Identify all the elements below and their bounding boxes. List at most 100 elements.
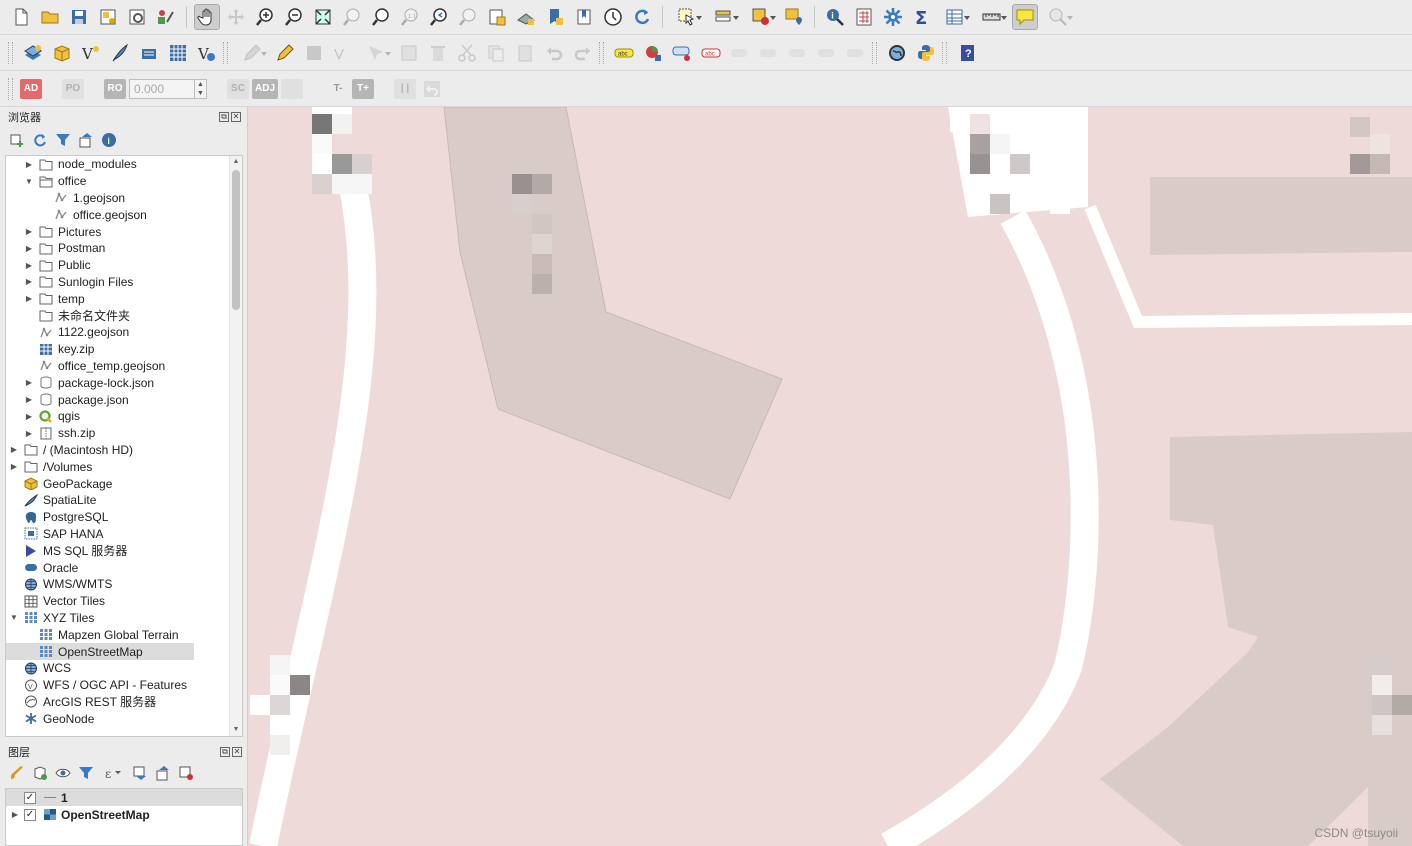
cut-features-button[interactable] xyxy=(454,40,480,66)
select-location-button[interactable] xyxy=(781,4,807,30)
rd-button[interactable]: RO xyxy=(104,78,126,99)
scroll-down-arrow[interactable]: ▼ xyxy=(232,725,240,735)
zoom-to-selection-button[interactable] xyxy=(339,4,365,30)
browser-item[interactable]: ▶ /Volumes xyxy=(6,458,242,475)
zoom-to-layer-button[interactable] xyxy=(368,4,394,30)
statistical-summary-button[interactable]: Σ xyxy=(909,4,935,30)
blank-button[interactable] xyxy=(281,78,304,99)
identify-features-button[interactable]: i xyxy=(822,4,848,30)
collapse-all-button[interactable] xyxy=(77,131,95,149)
diagram-options-button[interactable] xyxy=(640,40,666,66)
close-panel-button[interactable]: ✕ xyxy=(231,112,241,122)
t-plus-button[interactable]: T+ xyxy=(352,78,375,99)
browser-item[interactable]: office_temp.geojson xyxy=(6,358,242,375)
undo-button[interactable] xyxy=(541,40,567,66)
open-project-button[interactable] xyxy=(37,4,63,30)
browser-item[interactable]: ▶ Sunlogin Files xyxy=(6,274,242,291)
show-bookmarks-button[interactable] xyxy=(571,4,597,30)
collapsed-arrow-icon[interactable]: ▶ xyxy=(24,395,34,405)
browser-item[interactable]: ▶ qgis xyxy=(6,408,242,425)
browser-item[interactable]: Vector Tiles xyxy=(6,593,242,610)
scroll-thumb[interactable] xyxy=(232,170,240,310)
sc-button[interactable]: SC xyxy=(227,78,249,99)
highlight-labels-button[interactable]: abc xyxy=(698,40,724,66)
browser-item[interactable]: 1.geojson xyxy=(6,190,242,207)
browser-item[interactable]: ▼ XYZ Tiles xyxy=(6,610,242,627)
undo-digitize-button[interactable] xyxy=(419,76,445,102)
copy-features-button[interactable] xyxy=(483,40,509,66)
spin-arrows[interactable]: ▲ ▼ xyxy=(194,79,206,98)
browser-item[interactable]: ▶ temp xyxy=(6,290,242,307)
browser-item[interactable]: ▼ office xyxy=(6,173,242,190)
show-hide-labels-button[interactable] xyxy=(814,40,840,66)
browser-item[interactable]: 未命名文件夹 xyxy=(6,307,242,324)
filter-expression-button[interactable]: ε xyxy=(100,764,126,782)
delete-selected-button[interactable] xyxy=(425,40,451,66)
browser-item[interactable]: Mapzen Global Terrain xyxy=(6,626,242,643)
measure-button[interactable] xyxy=(975,4,1009,30)
remove-layer-button[interactable] xyxy=(177,764,195,782)
expand-all-button[interactable] xyxy=(131,764,149,782)
browser-item[interactable]: OpenStreetMap xyxy=(6,643,194,660)
browser-item[interactable]: WCS xyxy=(6,660,242,677)
attribute-table-button[interactable] xyxy=(851,4,877,30)
processing-toolbox-button[interactable] xyxy=(880,4,906,30)
new-print-layout-button[interactable] xyxy=(95,4,121,30)
properties-button[interactable]: i xyxy=(100,131,118,149)
zoom-full-button[interactable] xyxy=(310,4,336,30)
browser-item[interactable]: V WFS / OGC API - Features xyxy=(6,677,242,694)
python-console-button[interactable] xyxy=(913,40,939,66)
scroll-up-arrow[interactable]: ▲ xyxy=(232,157,240,167)
browser-item[interactable]: PostgreSQL xyxy=(6,509,242,526)
rotate-label-button[interactable] xyxy=(756,40,782,66)
map-tips-button[interactable] xyxy=(1012,4,1038,30)
filter-legend-button[interactable] xyxy=(77,764,95,782)
collapsed-arrow-icon[interactable]: ▶ xyxy=(24,294,34,304)
deselect-features-button[interactable] xyxy=(744,4,778,30)
browser-item[interactable]: ▶ Postman xyxy=(6,240,242,257)
refresh-button[interactable] xyxy=(629,4,655,30)
plugin-globe-button[interactable] xyxy=(884,40,910,66)
ad-button[interactable]: AD xyxy=(20,78,42,99)
add-vector-layer-button[interactable]: V xyxy=(78,40,104,66)
add-group-button[interactable] xyxy=(31,764,49,782)
expanded-arrow-icon[interactable]: ▼ xyxy=(9,613,19,623)
collapsed-arrow-icon[interactable]: ▶ xyxy=(24,378,34,388)
add-feature-button[interactable]: V xyxy=(330,40,356,66)
browser-item[interactable]: 1122.geojson xyxy=(6,324,242,341)
pan-map-button[interactable] xyxy=(194,4,220,30)
new-map-view-button[interactable] xyxy=(484,4,510,30)
new-bookmark-button[interactable] xyxy=(542,4,568,30)
data-source-manager-button[interactable] xyxy=(20,40,46,66)
edit-pencil-button[interactable] xyxy=(272,40,298,66)
filter-browser-button[interactable] xyxy=(54,131,72,149)
select-features-button[interactable] xyxy=(670,4,704,30)
float-layers-button[interactable]: ⧉ xyxy=(220,747,230,757)
save-edits-button[interactable] xyxy=(301,40,327,66)
browser-scrollbar[interactable]: ▲ ▼ xyxy=(229,156,242,736)
new-3d-view-button[interactable] xyxy=(513,4,539,30)
collapsed-arrow-icon[interactable]: ▶ xyxy=(24,277,34,287)
browser-item[interactable]: SpatiaLite xyxy=(6,492,242,509)
browser-item[interactable]: SAP HANA xyxy=(6,526,242,543)
zoom-last-button[interactable] xyxy=(426,4,452,30)
browser-tree[interactable]: ▶ node_modules ▼ office 1.geojson office.geoj… xyxy=(5,155,243,737)
modify-attributes-button[interactable] xyxy=(396,40,422,66)
layer-item[interactable]: ✓ 1 xyxy=(6,789,242,806)
layout-manager-button[interactable] xyxy=(124,4,150,30)
collapsed-arrow-icon[interactable]: ▶ xyxy=(24,411,34,421)
manage-visibility-button[interactable] xyxy=(54,764,72,782)
t-minus-button[interactable]: T- xyxy=(327,79,349,99)
add-wfs-layer-button[interactable]: V xyxy=(194,40,220,66)
collapsed-arrow-icon[interactable]: ▶ xyxy=(24,159,34,169)
open-table-button[interactable] xyxy=(938,4,972,30)
zoom-native-button[interactable]: 1:1 xyxy=(397,4,423,30)
close-layers-button[interactable]: ✕ xyxy=(232,747,242,757)
zoom-out-button[interactable] xyxy=(281,4,307,30)
vertex-tool-button[interactable] xyxy=(359,40,393,66)
float-panel-button[interactable]: ⧉ xyxy=(219,112,229,122)
style-layer-button[interactable] xyxy=(8,764,26,782)
browser-item[interactable]: ▶ Pictures xyxy=(6,223,242,240)
redo-button[interactable] xyxy=(570,40,596,66)
label-toolbar-button[interactable]: abc xyxy=(611,40,637,66)
